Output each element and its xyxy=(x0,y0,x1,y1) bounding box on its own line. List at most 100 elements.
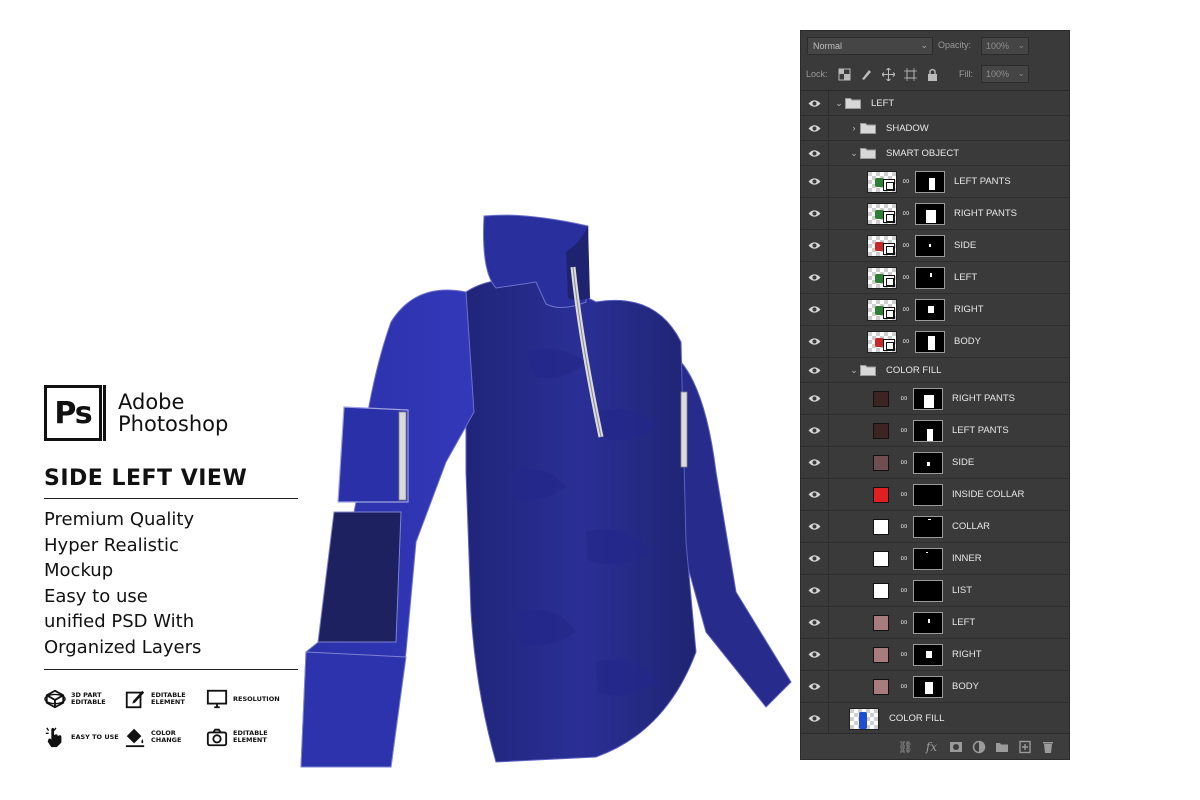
fill-color-swatch[interactable] xyxy=(873,614,889,631)
link-icon[interactable]: ∞ xyxy=(898,585,910,596)
link-icon[interactable]: ∞ xyxy=(898,649,910,660)
layer-row[interactable]: ∞ BODY xyxy=(801,671,1069,703)
link-icon[interactable]: ∞ xyxy=(900,336,912,347)
visibility-toggle[interactable] xyxy=(801,166,829,197)
lock-artboard-icon[interactable] xyxy=(904,68,917,81)
link-icon[interactable]: ∞ xyxy=(898,681,910,692)
eye-visibility-icon[interactable] xyxy=(808,124,821,133)
eye-visibility-icon[interactable] xyxy=(808,426,821,435)
eye-visibility-icon[interactable] xyxy=(808,337,821,346)
eye-visibility-icon[interactable] xyxy=(808,650,821,659)
link-icon[interactable]: ∞ xyxy=(898,457,910,468)
eye-visibility-icon[interactable] xyxy=(808,177,821,186)
fill-color-swatch[interactable] xyxy=(873,422,889,439)
visibility-toggle[interactable] xyxy=(801,198,829,229)
visibility-toggle[interactable] xyxy=(801,326,829,357)
link-icon[interactable]: ∞ xyxy=(898,425,910,436)
layer-row[interactable]: ∞ COLLAR xyxy=(801,511,1069,543)
layer-row[interactable]: ∞ LEFT xyxy=(801,607,1069,639)
layer-row[interactable]: ∞ SIDE xyxy=(801,230,1069,262)
visibility-toggle[interactable] xyxy=(801,607,829,638)
layer-row[interactable]: ∞ LEFT xyxy=(801,262,1069,294)
adjustment-layer-icon[interactable] xyxy=(972,740,986,754)
fill-color-swatch[interactable] xyxy=(873,454,889,471)
layer-row[interactable]: ∞ RIGHT PANTS xyxy=(801,198,1069,230)
eye-visibility-icon[interactable] xyxy=(808,273,821,282)
layer-row[interactable]: ⌄ SMART OBJECT xyxy=(801,141,1069,166)
visibility-toggle[interactable] xyxy=(801,230,829,261)
visibility-toggle[interactable] xyxy=(801,447,829,478)
eye-visibility-icon[interactable] xyxy=(808,241,821,250)
visibility-toggle[interactable] xyxy=(801,479,829,510)
new-layer-icon[interactable] xyxy=(1018,740,1032,754)
visibility-toggle[interactable] xyxy=(801,415,829,446)
layer-row[interactable]: ∞ LEFT PANTS xyxy=(801,415,1069,447)
fill-color-swatch[interactable] xyxy=(873,582,889,599)
layer-row[interactable]: ⌄ LEFT xyxy=(801,91,1069,116)
visibility-toggle[interactable] xyxy=(801,639,829,670)
visibility-toggle[interactable] xyxy=(801,703,829,734)
fill-field[interactable]: 100% ⌄ xyxy=(981,65,1029,83)
lock-all-icon[interactable] xyxy=(926,68,939,81)
visibility-toggle[interactable] xyxy=(801,294,829,325)
visibility-toggle[interactable] xyxy=(801,575,829,606)
blend-mode-select[interactable]: Normal ⌄ xyxy=(807,37,933,55)
link-icon[interactable]: ∞ xyxy=(900,304,912,315)
layer-row[interactable]: ∞ LEFT PANTS xyxy=(801,166,1069,198)
chevron-down-icon[interactable]: ⌄ xyxy=(833,98,845,109)
fill-color-swatch[interactable] xyxy=(873,518,889,535)
link-icon[interactable]: ∞ xyxy=(900,208,912,219)
fill-color-swatch[interactable] xyxy=(873,678,889,695)
opacity-field[interactable]: 100% ⌄ xyxy=(981,37,1029,55)
layer-row[interactable]: ∞ LIST xyxy=(801,575,1069,607)
link-icon[interactable]: ∞ xyxy=(898,521,910,532)
link-icon[interactable]: ∞ xyxy=(898,489,910,500)
eye-visibility-icon[interactable] xyxy=(808,714,821,723)
eye-visibility-icon[interactable] xyxy=(808,682,821,691)
layer-row[interactable]: ∞ RIGHT xyxy=(801,639,1069,671)
link-icon[interactable]: ∞ xyxy=(900,176,912,187)
layer-row[interactable]: ∞ INSIDE COLLAR xyxy=(801,479,1069,511)
eye-visibility-icon[interactable] xyxy=(808,618,821,627)
eye-visibility-icon[interactable] xyxy=(808,209,821,218)
delete-layer-icon[interactable] xyxy=(1041,740,1055,754)
fill-color-swatch[interactable] xyxy=(873,550,889,567)
eye-visibility-icon[interactable] xyxy=(808,554,821,563)
layer-row[interactable]: › SHADOW xyxy=(801,116,1069,141)
chevron-down-icon[interactable]: ⌄ xyxy=(848,148,860,159)
visibility-toggle[interactable] xyxy=(801,511,829,542)
eye-visibility-icon[interactable] xyxy=(808,586,821,595)
fill-color-swatch[interactable] xyxy=(873,646,889,663)
lock-image-pixels-icon[interactable] xyxy=(860,68,873,81)
layer-row[interactable]: ∞ INNER xyxy=(801,543,1069,575)
fill-color-swatch[interactable] xyxy=(873,486,889,503)
lock-transparent-pixels-icon[interactable] xyxy=(838,68,851,81)
chevron-down-icon[interactable]: ⌄ xyxy=(848,365,860,376)
new-group-icon[interactable] xyxy=(995,740,1009,754)
layer-row[interactable]: ⌄ COLOR FILL xyxy=(801,358,1069,383)
lock-position-icon[interactable] xyxy=(882,68,895,81)
eye-visibility-icon[interactable] xyxy=(808,366,821,375)
layer-row[interactable]: COLOR FILL xyxy=(801,703,1069,735)
visibility-toggle[interactable] xyxy=(801,358,829,382)
visibility-toggle[interactable] xyxy=(801,671,829,702)
add-mask-icon[interactable] xyxy=(949,740,963,754)
link-layers-icon[interactable]: ⛓ xyxy=(897,740,914,754)
visibility-toggle[interactable] xyxy=(801,262,829,293)
visibility-toggle[interactable] xyxy=(801,383,829,414)
eye-visibility-icon[interactable] xyxy=(808,305,821,314)
fill-color-swatch[interactable] xyxy=(873,390,889,407)
eye-visibility-icon[interactable] xyxy=(808,394,821,403)
link-icon[interactable]: ∞ xyxy=(900,272,912,283)
eye-visibility-icon[interactable] xyxy=(808,149,821,158)
link-icon[interactable]: ∞ xyxy=(898,553,910,564)
layer-row[interactable]: ∞ BODY xyxy=(801,326,1069,358)
layer-style-fx-icon[interactable]: fx xyxy=(923,740,940,754)
visibility-toggle[interactable] xyxy=(801,116,829,140)
layer-row[interactable]: ∞ RIGHT xyxy=(801,294,1069,326)
visibility-toggle[interactable] xyxy=(801,91,829,115)
visibility-toggle[interactable] xyxy=(801,543,829,574)
chevron-right-icon[interactable]: › xyxy=(848,123,860,133)
link-icon[interactable]: ∞ xyxy=(898,393,910,404)
layer-row[interactable]: ∞ RIGHT PANTS xyxy=(801,383,1069,415)
